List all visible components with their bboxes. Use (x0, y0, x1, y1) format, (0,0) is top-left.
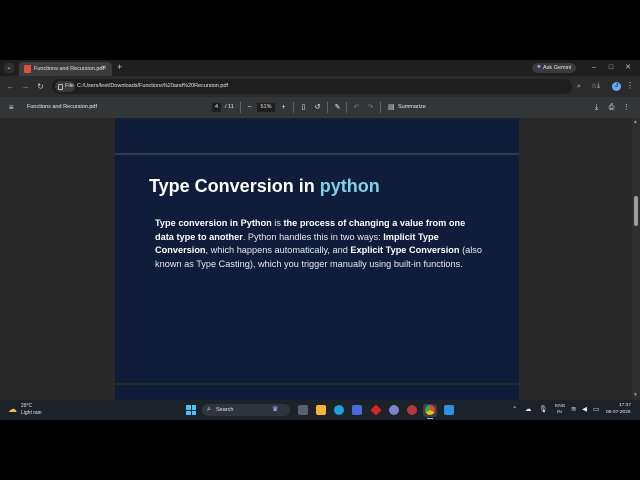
microphone-icon[interactable]: 🎙 (539, 405, 547, 415)
tab-title: Functions and Recursion.pdf (34, 66, 105, 72)
new-tab-button[interactable]: + (117, 62, 122, 73)
ask-gemini-button[interactable]: ✦ Ask Gemini (532, 63, 576, 73)
browser-toolbar: ← → ↻ File C:/Users/leet/Downloads/Funct… (0, 76, 640, 97)
maximize-button[interactable]: □ (605, 62, 617, 73)
scrollbar[interactable] (632, 118, 640, 400)
body-bold-4: Explicit Type Conversion (350, 245, 460, 255)
scroll-down-icon[interactable]: ▼ (633, 392, 638, 398)
draw-icon[interactable]: ✎ (333, 102, 342, 113)
rotate-icon[interactable]: ↺ (313, 102, 322, 113)
body-text-1: is (271, 218, 284, 228)
ask-gemini-label: Ask Gemini (543, 65, 572, 71)
profile-avatar[interactable]: J (612, 82, 621, 91)
summarize-label: Summarize (398, 104, 426, 110)
pdf-more-icon[interactable]: ⋮ (622, 102, 631, 113)
toolbar-divider (293, 102, 294, 113)
slide-title-main: Type Conversion in (149, 176, 320, 196)
edge-icon[interactable] (334, 405, 344, 415)
vscode-icon[interactable] (444, 405, 454, 415)
tab-close-icon[interactable]: ✕ (101, 64, 107, 73)
wifi-icon[interactable]: ≋ (571, 405, 576, 415)
slide-title: Type Conversion in python (149, 175, 380, 197)
task-view-icon[interactable] (298, 405, 308, 415)
taskbar: ☁ 29°C Light rain ⌕ Search ♛ ⌃ ☁ 🎙 ENG I… (0, 400, 640, 420)
search-highlight-icon: ♛ (272, 406, 279, 413)
windows-logo-icon (186, 410, 191, 415)
active-app-indicator (427, 418, 433, 419)
slide-title-accent: python (319, 176, 380, 196)
body-text-2: . Python handles this in two ways: (242, 231, 384, 242)
pdf-toolbar: ≡ Functions and Recursion.pdf 4 / 11 − 5… (0, 97, 640, 118)
download-icon[interactable]: ⤓ (592, 102, 601, 113)
battery-icon[interactable]: ▭ (593, 405, 599, 415)
toolbar-divider (346, 102, 347, 113)
taskbar-search[interactable]: ⌕ Search ♛ (202, 404, 290, 416)
pdf-page: Type Conversion in python Type conversio… (115, 155, 519, 383)
gemini-sparkle-icon: ✦ (536, 64, 542, 71)
windows-logo-icon (191, 410, 196, 415)
fit-to-page-icon[interactable]: ▯ (299, 102, 308, 113)
onedrive-icon[interactable]: ☁ (525, 405, 532, 415)
back-icon[interactable]: ← (5, 81, 16, 92)
sidebar-menu-icon[interactable]: ≡ (9, 103, 14, 112)
toolbar-divider (380, 102, 381, 113)
app-chat-icon[interactable] (389, 405, 399, 415)
previous-page (115, 118, 519, 153)
windows-logo-icon (191, 405, 196, 410)
slide-body: Type conversion in Python is the process… (155, 217, 485, 271)
scrollbar-thumb[interactable] (634, 196, 638, 226)
clock-time[interactable]: 17:37 (619, 403, 631, 409)
zoom-out-icon[interactable]: − (245, 102, 254, 113)
file-chip-label: File (65, 83, 74, 89)
reload-icon[interactable]: ↻ (35, 81, 46, 92)
clock-date[interactable]: 05-07-2026 (606, 410, 631, 416)
store-icon[interactable] (352, 405, 362, 415)
app-red-icon[interactable] (370, 404, 382, 416)
close-window-button[interactable]: ✕ (622, 62, 634, 73)
next-page (115, 385, 519, 400)
chrome-icon[interactable] (425, 405, 435, 415)
weather-desc[interactable]: Light rain (21, 410, 42, 416)
address-bar[interactable]: File C:/Users/leet/Downloads/Functions%2… (52, 79, 597, 94)
file-chip[interactable]: File (55, 81, 75, 92)
volume-icon[interactable]: ◀ (582, 405, 587, 415)
zoom-lens-icon[interactable]: ⌕ (577, 81, 581, 92)
tab-pdf[interactable]: Functions and Recursion.pdf ✕ (19, 62, 112, 76)
url-text[interactable]: C:/Users/leet/Downloads/Functions%20and%… (77, 83, 228, 90)
body-text-3: , which happens automatically, and (205, 245, 351, 255)
page-number-input[interactable]: 4 (212, 103, 221, 112)
zoom-level-input[interactable]: 51% (257, 103, 275, 112)
file-info-icon (58, 84, 63, 90)
app-git-icon[interactable] (407, 405, 417, 415)
browser-menu-icon[interactable]: ⋮ (626, 80, 634, 92)
screen: ⌄ Functions and Recursion.pdf ✕ + ✦ Ask … (0, 60, 640, 420)
language-region[interactable]: IN (557, 410, 562, 416)
pdf-title: Functions and Recursion.pdf (27, 104, 98, 110)
zoom-in-icon[interactable]: + (279, 102, 288, 113)
pdf-file-icon (24, 65, 31, 73)
weather-icon[interactable]: ☁ (8, 404, 17, 415)
search-label: Search (216, 407, 234, 413)
print-icon[interactable]: ⎙ (607, 102, 616, 113)
tab-strip: ⌄ Functions and Recursion.pdf ✕ + ✦ Ask … (0, 60, 640, 76)
page-total: / 11 (225, 104, 234, 110)
pdf-viewer[interactable]: Type Conversion in python Type conversio… (0, 118, 640, 400)
toolbar-divider (327, 102, 328, 113)
search-icon: ⌕ (207, 406, 211, 413)
body-bold-1: Type conversion in Python (155, 218, 272, 228)
forward-icon[interactable]: → (20, 81, 31, 92)
windows-logo-icon (186, 405, 191, 410)
scroll-up-icon[interactable]: ▲ (633, 119, 638, 125)
undo-icon[interactable]: ↶ (352, 102, 361, 113)
downloads-icon[interactable]: ⤓ (597, 80, 600, 91)
start-button[interactable] (186, 405, 196, 415)
weather-temp[interactable]: 29°C (21, 403, 32, 409)
minimize-button[interactable]: – (588, 62, 600, 73)
summarize-icon: ▤ (388, 104, 395, 111)
file-explorer-icon[interactable] (316, 405, 326, 415)
tray-chevron-icon[interactable]: ⌃ (512, 405, 517, 415)
tab-search-icon[interactable]: ⌄ (4, 63, 14, 73)
toolbar-divider (240, 102, 241, 113)
redo-icon[interactable]: ↷ (366, 102, 375, 113)
